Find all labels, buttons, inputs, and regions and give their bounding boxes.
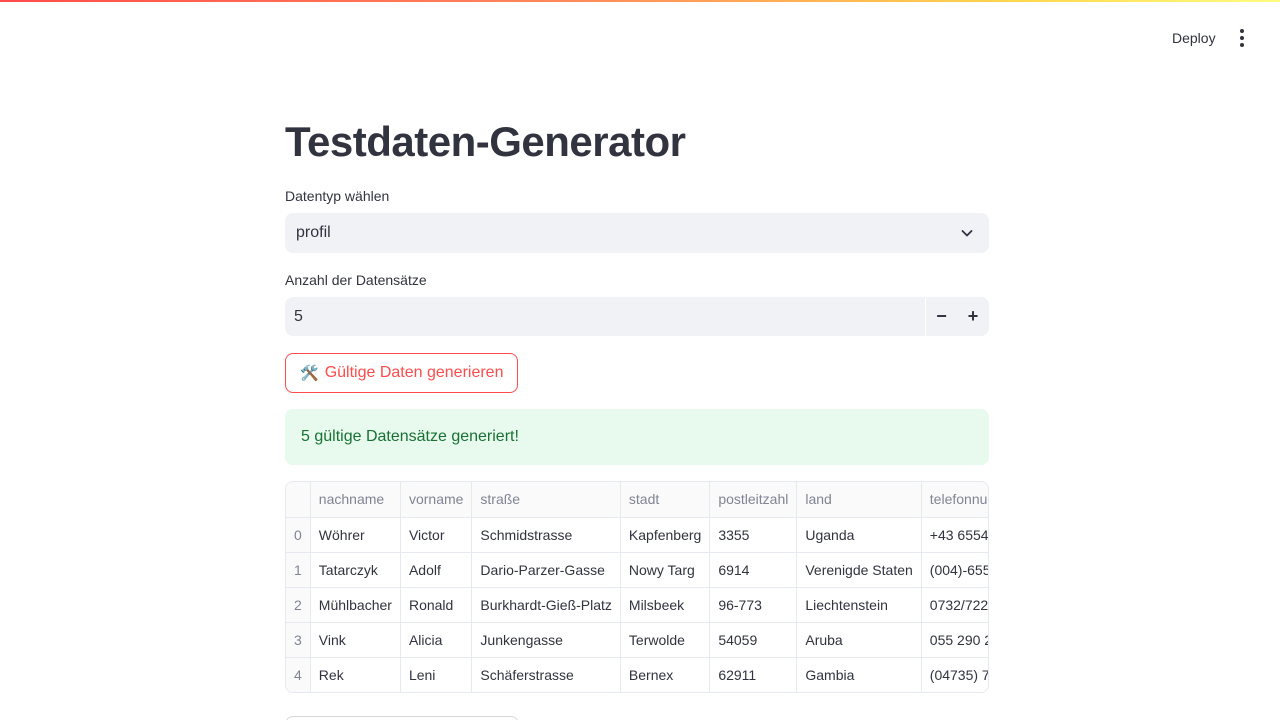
datatype-selected-value: profil <box>296 224 331 241</box>
menu-dot <box>1240 36 1244 40</box>
row-index: 3 <box>286 622 311 658</box>
table-row: 4 Rek Leni Schäferstrasse Bernex 62911 G… <box>286 657 988 692</box>
table-cell[interactable]: (04735) 719 <box>921 657 988 692</box>
data-table[interactable]: nachname vorname straße stadt postleitza… <box>285 481 989 693</box>
row-index: 2 <box>286 587 311 623</box>
count-input[interactable] <box>285 297 925 336</box>
table-cell[interactable]: Schäferstrasse <box>471 657 621 692</box>
table-cell[interactable]: 6914 <box>709 552 798 588</box>
table-cell[interactable]: Dario-Parzer-Gasse <box>471 552 621 588</box>
more-vertical-icon[interactable] <box>1230 24 1254 52</box>
table-cell[interactable]: Uganda <box>796 517 922 553</box>
column-header[interactable]: postleitzahl <box>709 482 798 518</box>
table-cell[interactable]: 3355 <box>709 517 798 553</box>
column-header[interactable] <box>286 482 311 518</box>
table-cell[interactable]: Rek <box>310 657 401 692</box>
next-button-partial[interactable] <box>285 716 519 720</box>
app-header: Deploy <box>0 2 1280 62</box>
table-row: 0 Wöhrer Victor Schmidstrasse Kapfenberg… <box>286 517 988 553</box>
table-cell[interactable]: Adolf <box>400 552 473 588</box>
count-label: Anzahl der Datensätze <box>285 272 427 288</box>
generate-valid-data-button[interactable]: 🛠️ Gültige Daten generieren <box>285 353 519 393</box>
table-cell[interactable]: 0732/72219 <box>921 587 988 623</box>
chevron-down-icon <box>961 230 973 237</box>
success-alert: 5 gültige Datensätze generiert! <box>285 409 989 465</box>
column-header[interactable]: straße <box>471 482 621 518</box>
table-cell[interactable]: Burkhardt-Gieß-Platz <box>471 587 621 623</box>
deploy-button[interactable]: Deploy <box>1162 26 1226 50</box>
tools-icon: 🛠️ <box>300 365 319 382</box>
table-cell[interactable]: Bernex <box>620 657 711 692</box>
table-cell[interactable]: +43 655432 <box>921 517 988 553</box>
table-header-row: nachname vorname straße stadt postleitza… <box>286 482 988 518</box>
column-header[interactable]: land <box>796 482 922 518</box>
row-index: 1 <box>286 552 311 588</box>
datatype-select[interactable]: profil <box>285 213 989 253</box>
increment-button[interactable]: + <box>957 297 989 336</box>
table-cell[interactable]: Aruba <box>796 622 922 658</box>
table-cell[interactable]: Nowy Targ <box>620 552 711 588</box>
table-cell[interactable]: Wöhrer <box>310 517 401 553</box>
table-cell[interactable]: (004)-65516 <box>921 552 988 588</box>
table-cell[interactable]: Schmidstrasse <box>471 517 621 553</box>
page-title: Testdaten-Generator <box>285 118 686 165</box>
menu-dot <box>1240 43 1244 47</box>
dataframe: nachname vorname straße stadt postleitza… <box>286 482 988 692</box>
table-cell[interactable]: Mühlbacher <box>310 587 401 623</box>
table-cell[interactable]: Vink <box>310 622 401 658</box>
table-cell[interactable]: 96-773 <box>709 587 798 623</box>
success-message: 5 gültige Datensätze generiert! <box>301 428 519 445</box>
table-cell[interactable]: Ronald <box>400 587 473 623</box>
table-cell[interactable]: Gambia <box>796 657 922 692</box>
table-row: 2 Mühlbacher Ronald Burkhardt-Gieß-Platz… <box>286 587 988 623</box>
table-cell[interactable]: 54059 <box>709 622 798 658</box>
menu-dot <box>1240 29 1244 33</box>
decrement-button[interactable]: − <box>925 297 957 336</box>
table-cell[interactable]: Terwolde <box>620 622 711 658</box>
table-cell[interactable]: Verenigde Staten <box>796 552 922 588</box>
table-cell[interactable]: Kapfenberg <box>620 517 711 553</box>
table-cell[interactable]: Victor <box>400 517 473 553</box>
table-cell[interactable]: Alicia <box>400 622 473 658</box>
table-cell[interactable]: Leni <box>400 657 473 692</box>
table-cell[interactable]: Liechtenstein <box>796 587 922 623</box>
column-header[interactable]: telefonnum <box>921 482 988 518</box>
datatype-label: Datentyp wählen <box>285 188 390 204</box>
row-index: 0 <box>286 517 311 553</box>
table-cell[interactable]: Milsbeek <box>620 587 711 623</box>
table-cell[interactable]: Tatarczyk <box>310 552 401 588</box>
table-cell[interactable]: Junkengasse <box>471 622 621 658</box>
table-cell[interactable]: 62911 <box>709 657 798 692</box>
table-cell[interactable]: 055 290 25 <box>921 622 988 658</box>
column-header[interactable]: vorname <box>400 482 473 518</box>
table-row: 3 Vink Alicia Junkengasse Terwolde 54059… <box>286 622 988 658</box>
generate-button-label: Gültige Daten generieren <box>324 364 504 381</box>
column-header[interactable]: stadt <box>620 482 711 518</box>
table-row: 1 Tatarczyk Adolf Dario-Parzer-Gasse Now… <box>286 552 988 588</box>
count-stepper: − + <box>285 297 989 336</box>
column-header[interactable]: nachname <box>310 482 401 518</box>
row-index: 4 <box>286 657 311 692</box>
